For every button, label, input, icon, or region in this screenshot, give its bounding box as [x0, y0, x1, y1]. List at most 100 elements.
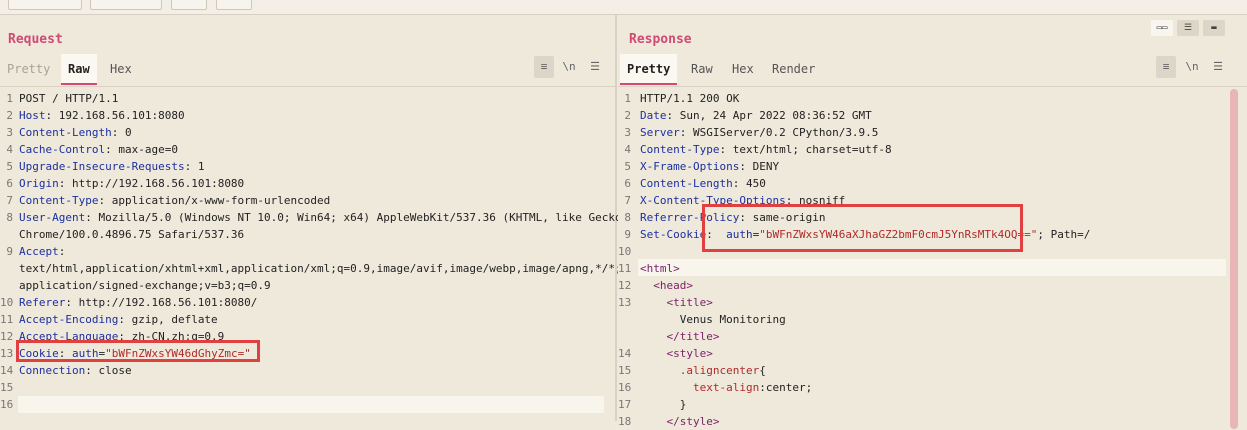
line-number: 16	[0, 398, 14, 411]
tab-hex[interactable]: Hex	[103, 54, 139, 85]
show-newlines-icon[interactable]: \n	[559, 56, 579, 78]
line-content: Content-Length: 0	[19, 124, 132, 141]
line-number: 15	[0, 381, 14, 394]
menu-icon[interactable]: ☰	[1208, 56, 1228, 78]
code-token: Date	[640, 109, 667, 122]
line-content: <head>	[640, 277, 693, 294]
line-content: text-align:center;	[640, 379, 812, 396]
code-token: Content-Length	[19, 126, 112, 139]
line-content: X-Frame-Options: DENY	[640, 158, 779, 175]
menu-icon[interactable]: ☰	[585, 56, 605, 78]
response-title: Response	[629, 32, 692, 47]
tab-render[interactable]: Render	[765, 54, 822, 85]
code-token: POST / HTTP/1.1	[19, 92, 119, 105]
line-number: 6	[6, 177, 13, 190]
tab-raw[interactable]: Raw	[61, 54, 97, 85]
code-token: <style>	[666, 347, 713, 360]
line-number: 5	[624, 160, 631, 173]
split-vertical-icon[interactable]: ☰	[1177, 20, 1199, 36]
line-number: 1	[6, 92, 13, 105]
code-token: Chrome/100.0.4896.75 Safari/537.36	[19, 228, 245, 241]
tab-raw[interactable]: Raw	[684, 54, 720, 85]
line-number: 4	[624, 143, 631, 156]
code-line: Chrome/100.0.4896.75 Safari/537.36	[0, 226, 600, 243]
request-title: Request	[8, 32, 63, 47]
divider	[0, 86, 615, 87]
toolbar-button[interactable]	[8, 0, 82, 10]
tab-hex[interactable]: Hex	[725, 54, 761, 85]
line-content: <style>	[640, 345, 713, 362]
code-token: Accept	[19, 245, 59, 258]
code-line: 4 Content-Type: text/html; charset=utf-8	[618, 141, 1218, 158]
tab-pretty[interactable]: Pretty	[620, 54, 678, 85]
line-number: 1	[624, 92, 631, 105]
line-content: Chrome/100.0.4896.75 Safari/537.36	[19, 226, 244, 243]
code-line: 16	[0, 396, 600, 413]
code-line: 2 Date: Sun, 24 Apr 2022 08:36:52 GMT	[618, 107, 1218, 124]
wrap-lines-icon[interactable]: ≡	[1156, 56, 1176, 78]
code-token: text/html,application/xhtml+xml,applicat…	[19, 262, 662, 275]
code-line: 6 Content-Length: 450	[618, 175, 1218, 192]
code-line: 5 X-Frame-Options: DENY	[618, 158, 1218, 175]
line-number: 9	[624, 228, 631, 241]
code-token: : max-age=0	[105, 143, 178, 156]
line-content: Server: WSGIServer/0.2 CPython/3.9.5	[640, 124, 878, 141]
line-number: 14	[0, 364, 14, 377]
toolbar-button[interactable]	[216, 0, 252, 10]
code-token: User-Agent	[19, 211, 86, 224]
line-content: User-Agent: Mozilla/5.0 (Windows NT 10.0…	[19, 209, 628, 226]
vertical-scrollbar[interactable]	[1230, 89, 1238, 429]
code-line: application/signed-exchange;v=b3;q=0.9	[0, 277, 600, 294]
line-content: <html>	[640, 260, 680, 277]
code-token: : Mozilla/5.0 (Windows NT 10.0; Win64; x…	[85, 211, 629, 224]
line-content: Content-Type: application/x-www-form-url…	[19, 192, 330, 209]
code-token: application/signed-exchange;v=b3;q=0.9	[19, 279, 271, 292]
code-line: 17 }	[618, 396, 1218, 413]
line-content: POST / HTTP/1.1	[19, 90, 118, 107]
line-number: 8	[624, 211, 631, 224]
code-token: : DENY	[739, 160, 780, 173]
code-line: 4 Cache-Control: max-age=0	[0, 141, 600, 158]
line-number: 7	[6, 194, 13, 207]
request-editor[interactable]: 1 POST / HTTP/1.1 2 Host: 192.168.56.101:80…	[0, 90, 661, 420]
code-token: Host	[19, 109, 46, 122]
code-token: : close	[85, 364, 132, 377]
line-content: Host: 192.168.56.101:8080	[19, 107, 185, 124]
show-newlines-icon[interactable]: \n	[1182, 56, 1202, 78]
line-number: 16	[618, 381, 632, 394]
code-token: .aligncenter	[679, 364, 760, 377]
code-line: 6 Origin: http://192.168.56.101:8080	[0, 175, 600, 192]
line-number: 12	[0, 330, 14, 343]
line-content: Cache-Control: max-age=0	[19, 141, 178, 158]
code-token: Upgrade-Insecure-Requests	[19, 160, 185, 173]
code-token: : text/html; charset=utf-8	[719, 143, 892, 156]
code-line: 7 Content-Type: application/x-www-form-ur…	[0, 192, 600, 209]
set-cookie-highlight-box	[702, 204, 1023, 252]
code-token: Connection	[19, 364, 86, 377]
split-horizontal-icon[interactable]: ▭▭	[1151, 20, 1173, 36]
response-editor[interactable]: 1 HTTP/1.1 200 OK 2 Date: Sun, 24 Apr 2022 …	[618, 90, 1226, 428]
code-line: 13 <title>	[618, 294, 1218, 311]
code-token: Venus Monitoring	[640, 313, 786, 326]
line-content: <title>	[640, 294, 713, 311]
code-token: ; Path=/	[1037, 228, 1091, 241]
single-pane-icon[interactable]: ▬	[1203, 20, 1225, 36]
code-line: 16 text-align:center;	[618, 379, 1218, 396]
line-number: 2	[624, 109, 631, 122]
toolbar-button[interactable]	[171, 0, 207, 10]
code-token: : 1	[184, 160, 205, 173]
line-number: 9	[6, 245, 13, 258]
toolbar-button[interactable]	[90, 0, 162, 10]
line-number: 11	[0, 313, 14, 326]
code-token: : 0	[111, 126, 132, 139]
wrap-lines-icon[interactable]: ≡	[534, 56, 554, 78]
tab-pretty[interactable]: Pretty	[0, 54, 57, 85]
line-number: 17	[618, 398, 632, 411]
code-token: Set-Cookie	[640, 228, 707, 241]
